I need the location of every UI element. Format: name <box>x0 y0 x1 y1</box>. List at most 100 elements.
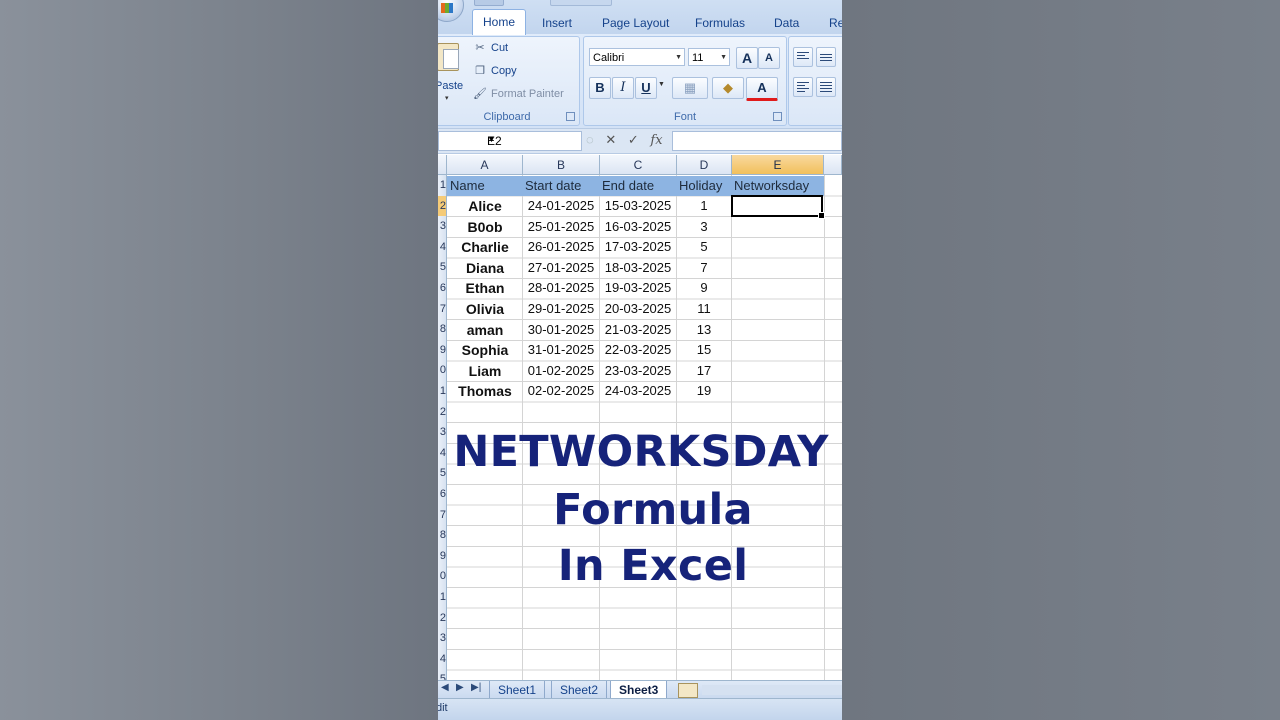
cell-end-date[interactable]: 17-03-2025 <box>600 237 676 257</box>
header-cell-name[interactable]: Name <box>447 176 523 196</box>
shrink-font-button[interactable]: A <box>758 47 780 69</box>
cell-holiday[interactable]: 3 <box>677 217 731 237</box>
cell-start-date[interactable]: 02-02-2025 <box>523 381 599 401</box>
underline-dropdown-icon[interactable]: ▼ <box>658 81 665 88</box>
cell-end-date[interactable]: 18-03-2025 <box>600 258 676 278</box>
column-header-e[interactable]: E <box>732 155 824 175</box>
fill-color-button[interactable]: ◆ <box>712 77 744 99</box>
horizontal-scrollbar[interactable] <box>702 685 842 695</box>
row-header[interactable]: 2 <box>438 195 447 217</box>
tab-formulas[interactable]: Formulas <box>695 13 745 33</box>
cell-name[interactable]: Diana <box>447 258 523 278</box>
row-header[interactable]: 7 <box>438 298 447 320</box>
borders-button[interactable]: ▦ <box>672 77 708 99</box>
sheet-tab-sheet2[interactable]: Sheet2 <box>551 681 608 699</box>
italic-button[interactable]: I <box>612 77 634 99</box>
row-header[interactable]: 4 <box>438 236 447 258</box>
tab-data[interactable]: Data <box>774 13 799 33</box>
paste-button[interactable]: Paste ▾ <box>438 39 463 102</box>
cell-name[interactable]: Alice <box>447 196 523 216</box>
copy-button[interactable]: ❐ Copy <box>473 62 517 80</box>
cell-holiday[interactable]: 7 <box>677 258 731 278</box>
cell-holiday[interactable]: 17 <box>677 361 731 381</box>
font-color-button[interactable]: A <box>746 77 778 101</box>
row-header[interactable]: 9 <box>438 339 447 361</box>
enter-icon[interactable]: ✓ <box>628 132 639 147</box>
row-header[interactable]: 1 <box>438 381 447 402</box>
column-header-c[interactable]: C <box>600 155 677 175</box>
formula-input[interactable] <box>672 131 842 151</box>
select-all-corner[interactable] <box>438 155 447 175</box>
underline-button[interactable]: U <box>635 77 657 99</box>
first-sheet-icon[interactable]: ◀ <box>441 682 449 693</box>
cell-holiday[interactable]: 9 <box>677 278 731 298</box>
cell-start-date[interactable]: 24-01-2025 <box>523 196 599 216</box>
row-header[interactable]: 5 <box>438 257 447 278</box>
row-header[interactable]: 3 <box>438 216 447 237</box>
font-launcher-icon[interactable] <box>773 112 782 121</box>
quick-access-toolbar[interactable] <box>550 0 612 6</box>
column-header-a[interactable]: A <box>447 155 523 175</box>
cut-button[interactable]: ✂ Cut <box>473 39 508 57</box>
cell-name[interactable]: Charlie <box>447 237 523 257</box>
column-header-b[interactable]: B <box>523 155 600 175</box>
cell-start-date[interactable]: 31-01-2025 <box>523 340 599 360</box>
cell-end-date[interactable]: 24-03-2025 <box>600 381 676 401</box>
quick-access-save-icon[interactable] <box>474 0 504 6</box>
header-cell-end-date[interactable]: End date <box>599 176 677 196</box>
align-top-icon[interactable] <box>793 47 813 67</box>
office-button[interactable] <box>438 0 464 22</box>
last-sheet-icon[interactable]: ▶| <box>471 682 481 693</box>
cell-holiday[interactable]: 19 <box>677 381 731 401</box>
cell-end-date[interactable]: 16-03-2025 <box>600 217 676 237</box>
cell-name[interactable]: Ethan <box>447 278 523 298</box>
insert-sheet-icon[interactable] <box>678 683 698 698</box>
cancel-icon[interactable]: ✕ <box>605 132 616 147</box>
sheet-tab-sheet1[interactable]: Sheet1 <box>489 681 546 699</box>
row-header[interactable]: 1 <box>438 175 447 196</box>
cell-holiday[interactable]: 13 <box>677 320 731 340</box>
row-header[interactable]: 0 <box>438 360 447 381</box>
row-header[interactable]: 2 <box>438 401 447 423</box>
header-cell-networksday[interactable]: Networksday <box>731 176 824 196</box>
font-size-select[interactable]: 11 ▼ <box>688 48 730 66</box>
chevron-down-icon[interactable]: ▼ <box>487 134 577 144</box>
cell-holiday[interactable]: 5 <box>677 237 731 257</box>
align-center-icon[interactable] <box>816 77 836 97</box>
cell-end-date[interactable]: 20-03-2025 <box>600 299 676 319</box>
cell-name[interactable]: Olivia <box>447 299 523 319</box>
row-header[interactable]: 8 <box>438 319 447 340</box>
font-family-select[interactable]: Calibri ▼ <box>589 48 685 66</box>
row-header[interactable]: 6 <box>438 278 447 299</box>
column-header-f[interactable] <box>824 155 842 175</box>
cell-end-date[interactable]: 15-03-2025 <box>600 196 676 216</box>
cell-end-date[interactable]: 21-03-2025 <box>600 320 676 340</box>
row-header[interactable]: 4 <box>438 648 447 670</box>
align-left-icon[interactable] <box>793 77 813 97</box>
tab-review[interactable]: Re <box>829 13 842 33</box>
column-header-d[interactable]: D <box>677 155 732 175</box>
cell-name[interactable]: B0ob <box>447 217 523 237</box>
name-box[interactable]: E2 ▼ <box>438 131 582 151</box>
cell-end-date[interactable]: 22-03-2025 <box>600 340 676 360</box>
clipboard-launcher-icon[interactable] <box>566 112 575 121</box>
cell-start-date[interactable]: 27-01-2025 <box>523 258 599 278</box>
cell-holiday[interactable]: 11 <box>677 299 731 319</box>
active-cell-e2[interactable] <box>731 195 825 219</box>
bold-button[interactable]: B <box>589 77 611 99</box>
cell-holiday[interactable]: 15 <box>677 340 731 360</box>
cell-start-date[interactable]: 26-01-2025 <box>523 237 599 257</box>
insert-function-icon[interactable]: fx <box>650 133 662 148</box>
cell-name[interactable]: Liam <box>447 361 523 381</box>
cell-holiday[interactable]: 1 <box>677 196 731 216</box>
tab-insert[interactable]: Insert <box>542 13 572 33</box>
sheet-tab-sheet3[interactable]: Sheet3 <box>610 681 668 699</box>
cell-end-date[interactable]: 23-03-2025 <box>600 361 676 381</box>
header-cell-holiday[interactable]: Holiday <box>676 176 732 196</box>
format-painter-button[interactable]: 🖌︎ Format Painter <box>473 85 564 103</box>
cell-start-date[interactable]: 25-01-2025 <box>523 217 599 237</box>
cell-start-date[interactable]: 28-01-2025 <box>523 278 599 298</box>
next-sheet-icon[interactable]: ▶ <box>456 682 464 693</box>
cell-name[interactable]: Sophia <box>447 340 523 360</box>
tab-home[interactable]: Home <box>472 9 526 35</box>
